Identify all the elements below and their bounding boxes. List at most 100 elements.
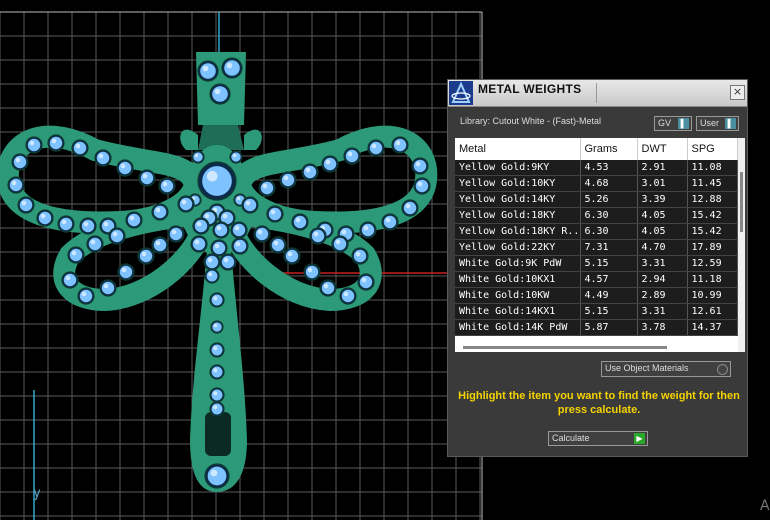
gem-highlight <box>15 157 21 163</box>
unit-select-user[interactable]: User ▌ <box>696 116 739 131</box>
table-row[interactable]: Yellow Gold:18KY 6.30 4.05 15.42 <box>455 207 738 224</box>
panel-title: METAL WEIGHTS <box>478 82 582 96</box>
gem-highlight <box>213 296 218 301</box>
gem <box>341 289 355 303</box>
gem <box>200 63 216 79</box>
table-row[interactable]: White Gold:9K PdW 5.15 3.31 12.59 <box>455 255 738 272</box>
table-cell: 2.89 <box>637 287 688 304</box>
gem <box>140 171 154 185</box>
play-icon[interactable]: ▶ <box>634 433 645 444</box>
table-cell: 11.08 <box>687 160 738 176</box>
calculate-control[interactable]: Calculate ▶ <box>548 431 648 446</box>
column-header[interactable]: SPG <box>687 138 738 160</box>
gem-highlight <box>65 275 71 281</box>
close-button[interactable]: × <box>730 85 745 100</box>
use-object-materials-select[interactable]: Use Object Materials <box>601 361 731 377</box>
gem-highlight <box>196 221 202 227</box>
table-row[interactable]: Yellow Gold:18KY R... 6.30 4.05 15.42 <box>455 223 738 240</box>
table-cell: 4.53 <box>580 160 638 176</box>
column-header[interactable]: Grams <box>580 138 638 160</box>
gem-highlight <box>335 239 341 245</box>
gem-highlight <box>343 291 349 297</box>
table-row[interactable]: Yellow Gold:9KY 4.53 2.91 11.08 <box>455 160 738 176</box>
gem <box>369 141 383 155</box>
vertical-scroll-thumb[interactable] <box>740 172 743 232</box>
gem <box>193 152 203 162</box>
gem-highlight <box>417 181 423 187</box>
gem-highlight <box>213 391 218 396</box>
gem-highlight <box>236 196 241 201</box>
table-cell: 15.42 <box>687 223 738 240</box>
gem-highlight <box>371 143 377 149</box>
table-cell: 7.31 <box>580 239 638 256</box>
gem <box>211 389 223 401</box>
gem <box>160 179 174 193</box>
app-logo-icon <box>449 81 473 105</box>
table-cell: Yellow Gold:18KY <box>455 207 581 224</box>
gem <box>211 403 223 415</box>
gem-highlight <box>216 225 222 231</box>
gem <box>321 281 335 295</box>
horizontal-scrollbar[interactable] <box>455 343 738 352</box>
gem <box>9 178 23 192</box>
dropdown-icon[interactable]: ▌ <box>725 118 736 129</box>
table-row[interactable]: White Gold:14KX1 5.15 3.31 12.61 <box>455 303 738 320</box>
gem <box>361 223 375 237</box>
gem-highlight <box>245 200 251 206</box>
library-label: Library: Cutout White - (Fast)-Metal <box>460 116 602 126</box>
vertical-scrollbar[interactable] <box>738 138 745 352</box>
gem <box>153 238 167 252</box>
calculate-label: Calculate <box>552 433 590 443</box>
left-antenna <box>180 129 198 150</box>
gem-highlight <box>121 267 127 273</box>
gem-highlight <box>204 213 210 219</box>
corner-glyph: A <box>760 498 770 514</box>
gem <box>224 60 240 76</box>
table-cell: 5.87 <box>580 319 638 336</box>
dropdown-icon[interactable]: ▌ <box>678 118 689 129</box>
table-row[interactable]: Yellow Gold:22KY 7.31 4.70 17.89 <box>455 239 738 256</box>
table-row[interactable]: White Gold:10KW 4.49 2.89 10.99 <box>455 287 738 304</box>
gem-highlight <box>347 151 353 157</box>
table-row[interactable]: White Gold:14K PdW 5.87 3.78 14.37 <box>455 319 738 336</box>
gem <box>88 237 102 251</box>
gem <box>101 281 115 295</box>
gem-highlight <box>29 140 35 146</box>
gem <box>383 215 397 229</box>
gem <box>13 155 27 169</box>
gem <box>19 198 33 212</box>
gem <box>27 138 41 152</box>
gem <box>271 238 285 252</box>
table-row[interactable]: White Gold:10KX1 4.57 2.94 11.18 <box>455 271 738 288</box>
gem <box>285 249 299 263</box>
gem <box>153 205 167 219</box>
radio-icon[interactable] <box>717 364 728 375</box>
table-cell: 6.30 <box>580 207 638 224</box>
gem-highlight <box>103 221 109 227</box>
gem-highlight <box>257 229 263 235</box>
gem <box>212 322 222 332</box>
table-row[interactable]: Yellow Gold:14KY 5.26 3.39 12.88 <box>455 191 738 208</box>
metal-weights-panel: METAL WEIGHTS × Library: Cutout White - … <box>447 79 748 457</box>
gem-highlight <box>206 170 218 182</box>
gem-highlight <box>207 257 213 263</box>
panel-titlebar[interactable]: METAL WEIGHTS × <box>448 80 747 107</box>
column-header[interactable]: DWT <box>637 138 688 160</box>
unit-select-gv[interactable]: GV ▌ <box>654 116 692 131</box>
horizontal-scroll-thumb[interactable] <box>463 346 667 349</box>
column-header[interactable]: Metal <box>455 138 581 160</box>
gem <box>49 136 63 150</box>
gem <box>232 223 246 237</box>
table-row[interactable]: Yellow Gold:10KY 4.68 3.01 11.45 <box>455 175 738 192</box>
gem-highlight <box>171 229 177 235</box>
gem-highlight <box>232 153 237 158</box>
gem-highlight <box>81 291 87 297</box>
table-cell: 12.88 <box>687 191 738 208</box>
gem <box>233 239 247 253</box>
gem-highlight <box>112 231 118 237</box>
gem-highlight <box>120 163 126 169</box>
gem <box>205 255 219 269</box>
gem <box>268 207 282 221</box>
table-cell: White Gold:10KW <box>455 287 581 304</box>
table-cell: 4.05 <box>637 223 688 240</box>
